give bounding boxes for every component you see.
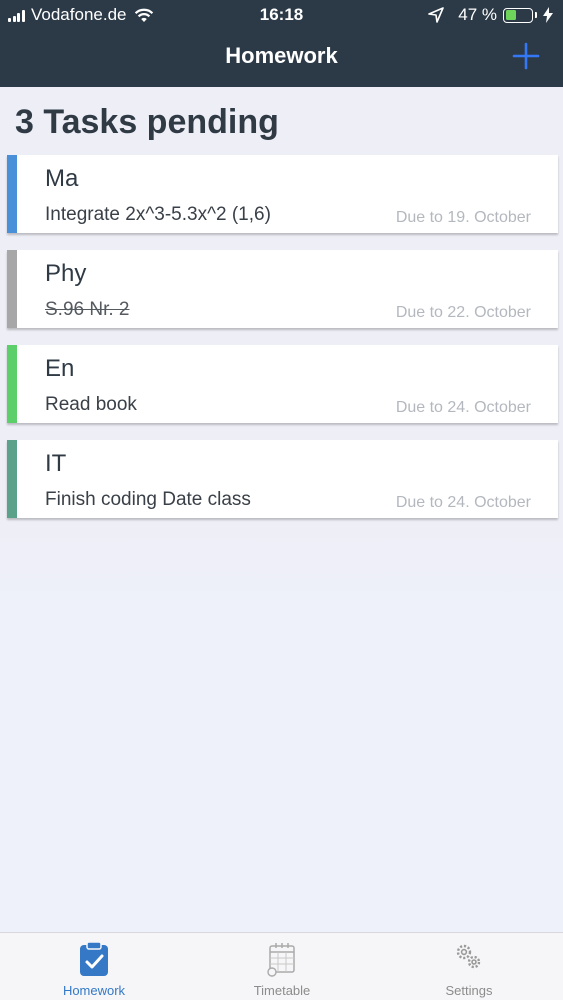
tab-timetable[interactable]: Timetable [188, 933, 376, 1000]
battery-icon [503, 7, 533, 23]
task-list: Ma Integrate 2x^3-5.3x^2 (1,6) Due to 19… [7, 155, 558, 535]
task-due-date: Due to 22. October [395, 304, 531, 321]
task-screen: 3 Tasks pending Ma Integrate 2x^3-5.3x^2… [0, 87, 563, 932]
page-title: 3 Tasks pending [15, 103, 279, 141]
nav-title: Homework [225, 43, 338, 68]
plus-icon [512, 42, 540, 70]
task-subject: En [45, 355, 75, 382]
battery-percent: 47 % [458, 5, 497, 24]
task-description: S.96 Nr. 2 [45, 299, 130, 320]
gears-icon [456, 944, 481, 969]
location-arrow-icon [428, 7, 445, 23]
task-subject-color-bar [7, 440, 17, 518]
task-subject-color-bar [7, 250, 17, 328]
add-task-button[interactable] [511, 41, 541, 71]
task-subject: Ma [45, 165, 79, 192]
task-subject-color-bar [7, 155, 17, 233]
tab-homework[interactable]: Homework [0, 933, 188, 1000]
task-card[interactable]: Phy S.96 Nr. 2 Due to 22. October [7, 250, 558, 328]
battery-fill [505, 10, 516, 20]
calendar-icon [267, 943, 295, 977]
task-subject-color-bar [7, 345, 17, 423]
task-due-date: Due to 24. October [395, 399, 531, 416]
clipboard-check-icon [80, 941, 108, 976]
task-card[interactable]: Ma Integrate 2x^3-5.3x^2 (1,6) Due to 19… [7, 155, 558, 233]
app-header: Vodafone.de 16:18 47 % Homework [0, 0, 563, 87]
task-description: Finish coding Date class [45, 489, 251, 510]
status-right: 47 % [428, 5, 553, 25]
tab-settings[interactable]: Settings [375, 933, 563, 1000]
task-card[interactable]: En Read book Due to 24. October [7, 345, 558, 423]
tab-label: Settings [445, 983, 493, 998]
task-card[interactable]: IT Finish coding Date class Due to 24. O… [7, 440, 558, 518]
tab-bar: Homework Timetable Settings [0, 932, 563, 1000]
task-subject: Phy [45, 260, 87, 287]
tab-label: Timetable [253, 983, 311, 998]
nav-bar: Homework [0, 30, 563, 87]
battery-cap [535, 12, 537, 18]
tab-label: Homework [62, 983, 126, 998]
charging-bolt-icon [543, 7, 553, 23]
task-due-date: Due to 19. October [395, 209, 531, 226]
task-subject: IT [45, 450, 67, 477]
task-description: Integrate 2x^3-5.3x^2 (1,6) [45, 204, 271, 225]
status-bar: Vodafone.de 16:18 47 % [0, 0, 563, 30]
task-due-date: Due to 24. October [395, 494, 531, 511]
task-description: Read book [45, 394, 137, 415]
